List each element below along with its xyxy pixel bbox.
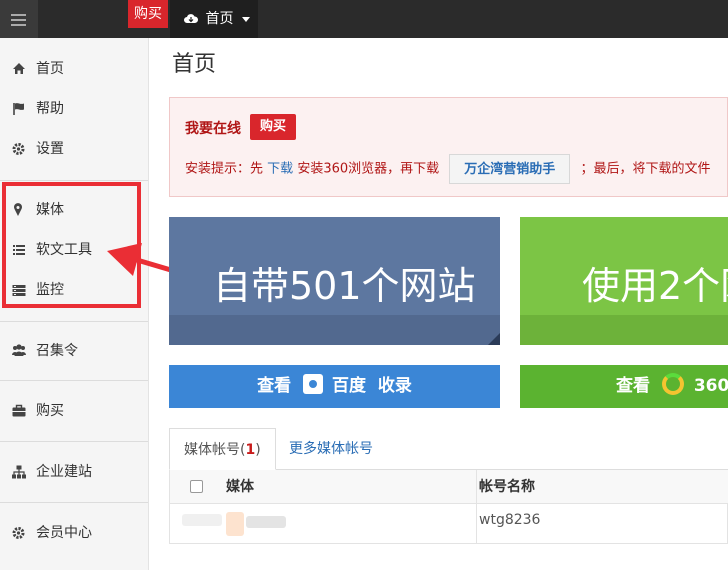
- hamburger-icon-line: [11, 19, 26, 21]
- download-link[interactable]: 下载: [267, 162, 293, 177]
- sidebar-item-member-center[interactable]: 会员中心: [0, 515, 148, 551]
- marketing-assistant-button[interactable]: 万企湾营销助手: [449, 154, 571, 184]
- alert-buy-button[interactable]: 购买: [250, 114, 296, 140]
- action-prefix: 查看: [257, 376, 292, 396]
- column-header-media: 媒体: [226, 479, 254, 495]
- sidebar-item-label: 帮助: [36, 101, 64, 117]
- blurred-media-name: [246, 516, 286, 528]
- media-tabs: 媒体帐号(1) 更多媒体帐号: [169, 428, 728, 470]
- select-all-checkbox[interactable]: [190, 480, 203, 493]
- sidebar-item-label: 会员中心: [36, 525, 92, 541]
- sidebar-item-label: 首页: [36, 61, 64, 77]
- alert-text: ；最后，将下载的文件: [580, 161, 711, 177]
- websites-banner[interactable]: 自带501个网站: [169, 217, 500, 345]
- tab-more-media-accounts[interactable]: 更多媒体帐号: [275, 428, 387, 470]
- 360-logo-icon: [661, 373, 684, 395]
- sidebar-item-label: 企业建站: [36, 464, 92, 480]
- hamburger-icon: [11, 14, 26, 16]
- home-dropdown[interactable]: 首页: [170, 0, 258, 38]
- sitemap-icon: [12, 465, 26, 479]
- sidebar-divider: [0, 180, 148, 181]
- buy-button[interactable]: 购买: [128, 0, 168, 28]
- menu-toggle-button[interactable]: [0, 0, 38, 38]
- sidebar-item-label: 召集令: [36, 343, 78, 359]
- home-dropdown-label: 首页: [205, 11, 234, 27]
- column-header-account-name: 帐号名称: [479, 479, 535, 495]
- action-brand: 百度: [331, 376, 366, 396]
- chevron-down-icon: [241, 16, 250, 22]
- sidebar-item-label: 设置: [36, 141, 64, 157]
- action-brand: 360: [693, 376, 728, 396]
- action-prefix: 查看: [616, 376, 650, 396]
- blurred-media-avatar: [226, 512, 244, 536]
- users-icon: [12, 344, 26, 356]
- sidebar-divider: [0, 380, 148, 381]
- sidebar-item-summon[interactable]: 召集令: [0, 333, 148, 369]
- alert-text: 安装提示：先: [185, 161, 264, 177]
- sidebar-item-label: 购买: [36, 403, 64, 419]
- alert-instructions: 安装提示：先 下载 安装360浏览器，再下载 万企湾营销助手 ；最后，将下载的文…: [185, 154, 710, 184]
- view-baidu-index-button[interactable]: 查看 百度 收录: [169, 365, 500, 408]
- usage-banner[interactable]: 使用2个网: [520, 217, 728, 345]
- top-bar: 购买 首页: [0, 0, 728, 38]
- banner-text: 使用2个网: [582, 264, 728, 308]
- cloud-icon: [184, 14, 199, 23]
- home-icon: [13, 63, 25, 74]
- alert-text: 安装360浏览器，再下载: [297, 161, 440, 177]
- sidebar-item-home[interactable]: 首页: [0, 51, 148, 87]
- column-divider: [476, 470, 477, 544]
- tab-count: 1: [245, 442, 256, 458]
- gear-icon: [12, 527, 25, 539]
- hamburger-icon-line: [11, 24, 26, 26]
- account-name-cell: wtg8236: [479, 512, 541, 528]
- flag-icon: [13, 103, 24, 115]
- page-title: 首页: [172, 52, 217, 77]
- action-suffix: 收录: [377, 376, 412, 396]
- corner-fold-icon: [488, 333, 500, 345]
- sidebar-item-settings[interactable]: 设置: [0, 131, 148, 167]
- banner-text: 自带501个网站: [213, 264, 476, 308]
- blurred-media-thumbnail: [182, 514, 222, 526]
- tab-label: 媒体帐号: [184, 442, 240, 458]
- sidebar-item-buy[interactable]: 购买: [0, 393, 148, 429]
- view-360-index-button[interactable]: 查看 360 收: [520, 365, 728, 408]
- sidebar-divider: [0, 441, 148, 442]
- install-alert: 我要在线 购买 安装提示：先 下载 安装360浏览器，再下载 万企湾营销助手 ；…: [169, 97, 728, 197]
- alert-title: 我要在线: [185, 121, 241, 137]
- sidebar-divider: [0, 321, 148, 322]
- sidebar-item-website-builder[interactable]: 企业建站: [0, 454, 148, 490]
- sidebar-item-help[interactable]: 帮助: [0, 91, 148, 127]
- baidu-paw-icon: [303, 374, 324, 394]
- table-header-row: 媒体 帐号名称: [170, 470, 728, 504]
- tab-media-accounts[interactable]: 媒体帐号(1): [169, 428, 276, 470]
- briefcase-icon: [12, 404, 26, 417]
- annotation-highlight-box: [2, 182, 141, 308]
- media-accounts-table: 媒体 帐号名称 wtg8236: [169, 470, 728, 544]
- gear-icon: [12, 143, 25, 155]
- sidebar-divider: [0, 502, 148, 503]
- table-row[interactable]: wtg8236: [170, 504, 728, 543]
